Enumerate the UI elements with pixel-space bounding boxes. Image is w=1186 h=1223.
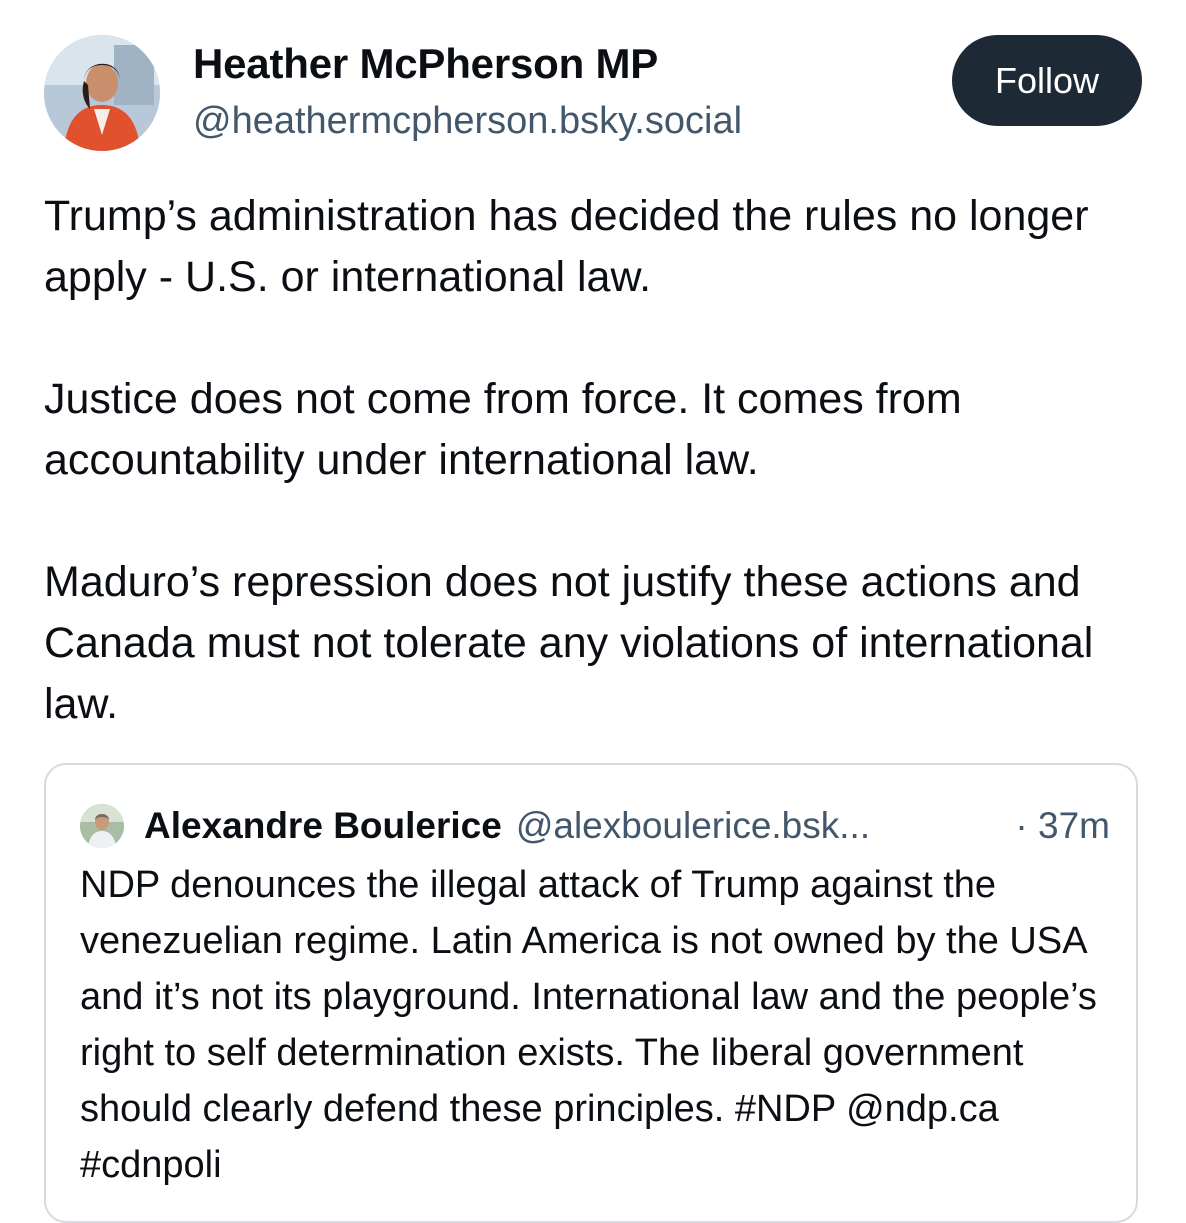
quoted-post-header: Alexandre Boulerice @alexboulerice.bsk..… bbox=[80, 803, 1110, 849]
author-display-name[interactable]: Heather McPherson MP bbox=[193, 40, 658, 88]
quoted-post-card[interactable]: Alexandre Boulerice @alexboulerice.bsk..… bbox=[44, 763, 1138, 1223]
quoted-author-display-name[interactable]: Alexandre Boulerice bbox=[144, 805, 502, 847]
author-avatar-image bbox=[44, 35, 160, 151]
post-paragraph: Trump’s administration has decided the r… bbox=[44, 192, 1089, 301]
post-text: Trump’s administration has decided the r… bbox=[44, 186, 1154, 735]
quoted-author-handle[interactable]: @alexboulerice.bsk... bbox=[516, 805, 870, 847]
author-avatar[interactable] bbox=[44, 35, 160, 151]
post: Heather McPherson MP @heathermcpherson.b… bbox=[0, 0, 1186, 1223]
quoted-author-avatar[interactable] bbox=[80, 804, 124, 848]
follow-button[interactable]: Follow bbox=[952, 35, 1142, 126]
post-paragraph: Maduro’s repression does not justify the… bbox=[44, 558, 1094, 728]
author-handle[interactable]: @heathermcpherson.bsky.social bbox=[193, 100, 742, 143]
post-paragraph: Justice does not come from force. It com… bbox=[44, 375, 962, 484]
quoted-author-avatar-image bbox=[80, 804, 124, 848]
quoted-post-text: NDP denounces the illegal attack of Trum… bbox=[80, 864, 1097, 1186]
quoted-post-timestamp[interactable]: · 37m bbox=[1015, 805, 1110, 847]
